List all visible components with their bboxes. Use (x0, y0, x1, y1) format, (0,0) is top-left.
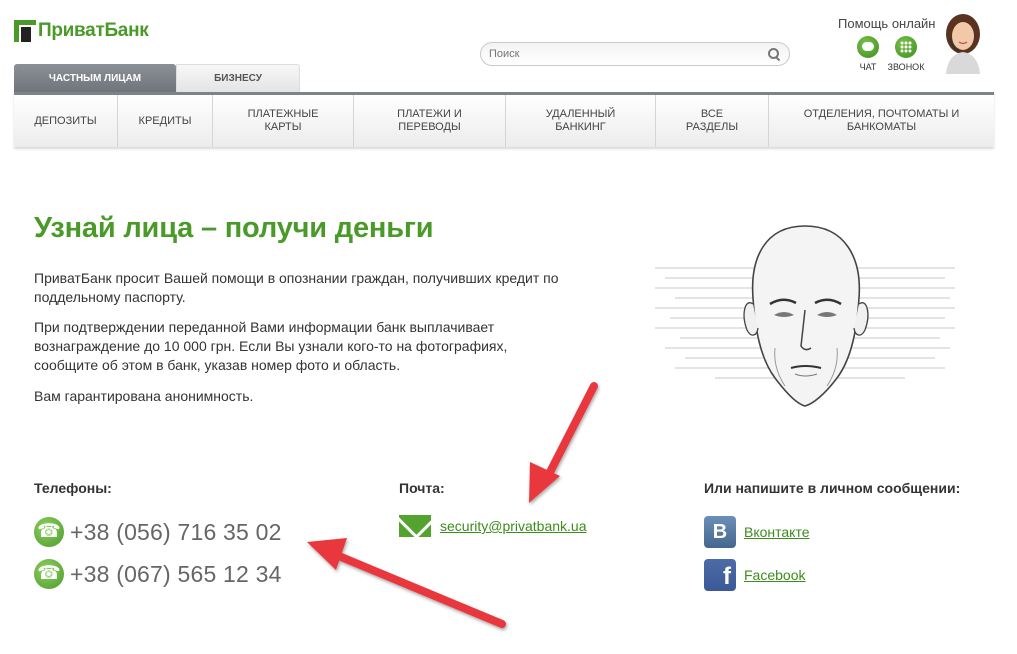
main-navigation: ДЕПОЗИТЫ КРЕДИТЫ ПЛАТЕЖНЫЕ КАРТЫ ПЛАТЕЖИ … (14, 92, 994, 147)
search-icon[interactable] (767, 47, 781, 61)
nav-item-credits[interactable]: КРЕДИТЫ (118, 95, 213, 147)
facebook-icon[interactable]: f (704, 559, 736, 591)
facebook-link[interactable]: Facebook (744, 567, 805, 583)
search-box (480, 42, 790, 66)
tab-private-clients[interactable]: ЧАСТНЫМ ЛИЦАМ (14, 64, 176, 92)
reward-paragraph: При подтверждении переданной Вами информ… (34, 319, 508, 373)
email-contact: security@privatbank.ua (399, 515, 587, 537)
call-label: ЗВОНОК (887, 62, 925, 72)
anonymity-paragraph: Вам гарантирована анонимность. (34, 388, 254, 404)
support-operator-avatar[interactable] (940, 8, 986, 74)
email-link[interactable]: security@privatbank.ua (440, 518, 587, 534)
nav-item-branches-atms[interactable]: ОТДЕЛЕНИЯ, ПОЧТОМАТЫ И БАНКОМАТЫ (769, 95, 994, 147)
vkontakte-link[interactable]: Вконтакте (744, 524, 810, 540)
tab-business[interactable]: БИЗНЕСУ (176, 64, 300, 92)
intro-paragraph: ПриватБанк просит Вашей помощи в опознан… (34, 270, 559, 305)
facebook-contact: f Facebook (704, 559, 805, 591)
chat-button[interactable]: ЧАТ (848, 36, 888, 72)
privatbank-logo[interactable]: ПриватБанк (14, 20, 149, 42)
face-illustration (655, 225, 955, 407)
mail-heading: Почта: (399, 480, 445, 496)
chat-label: ЧАТ (859, 62, 877, 72)
phone-number: +38 (067) 565 12 34 (70, 560, 282, 587)
search-input[interactable] (489, 48, 767, 60)
chat-bubble-icon (862, 42, 874, 51)
message-heading: Или напишите в личном сообщении: (704, 480, 961, 496)
logo-text: ПриватБанк (38, 20, 149, 41)
phone-icon (34, 517, 64, 547)
nav-item-remote-banking[interactable]: УДАЛЕННЫЙ БАНКИНГ (506, 95, 656, 147)
audience-tabs: ЧАСТНЫМ ЛИЦАМ БИЗНЕСУ (14, 64, 300, 92)
vk-contact: B Вконтакте (704, 516, 810, 548)
vkontakte-icon[interactable]: B (704, 516, 736, 548)
help-online-title: Помощь онлайн (838, 16, 936, 31)
nav-item-deposits[interactable]: ДЕПОЗИТЫ (14, 95, 118, 147)
phone-line-2[interactable]: +38 (067) 565 12 34 (34, 559, 282, 589)
nav-item-payment-cards[interactable]: ПЛАТЕЖНЫЕ КАРТЫ (213, 95, 354, 147)
envelope-icon (399, 515, 431, 537)
phone-line-1[interactable]: +38 (056) 716 35 02 (34, 517, 282, 547)
logo-mark-icon (14, 20, 36, 42)
phone-keypad-icon (900, 41, 912, 53)
call-button[interactable]: ЗВОНОК (886, 36, 926, 72)
phone-icon (34, 559, 64, 589)
phone-number: +38 (056) 716 35 02 (70, 518, 282, 545)
arrow-to-phones (307, 538, 506, 628)
nav-item-all-sections[interactable]: ВСЕ РАЗДЕЛЫ (656, 95, 769, 147)
phones-heading: Телефоны: (34, 480, 112, 496)
page-title: Узнай лица – получи деньги (34, 212, 434, 244)
nav-item-payments-transfers[interactable]: ПЛАТЕЖИ И ПЕРЕВОДЫ (354, 95, 506, 147)
